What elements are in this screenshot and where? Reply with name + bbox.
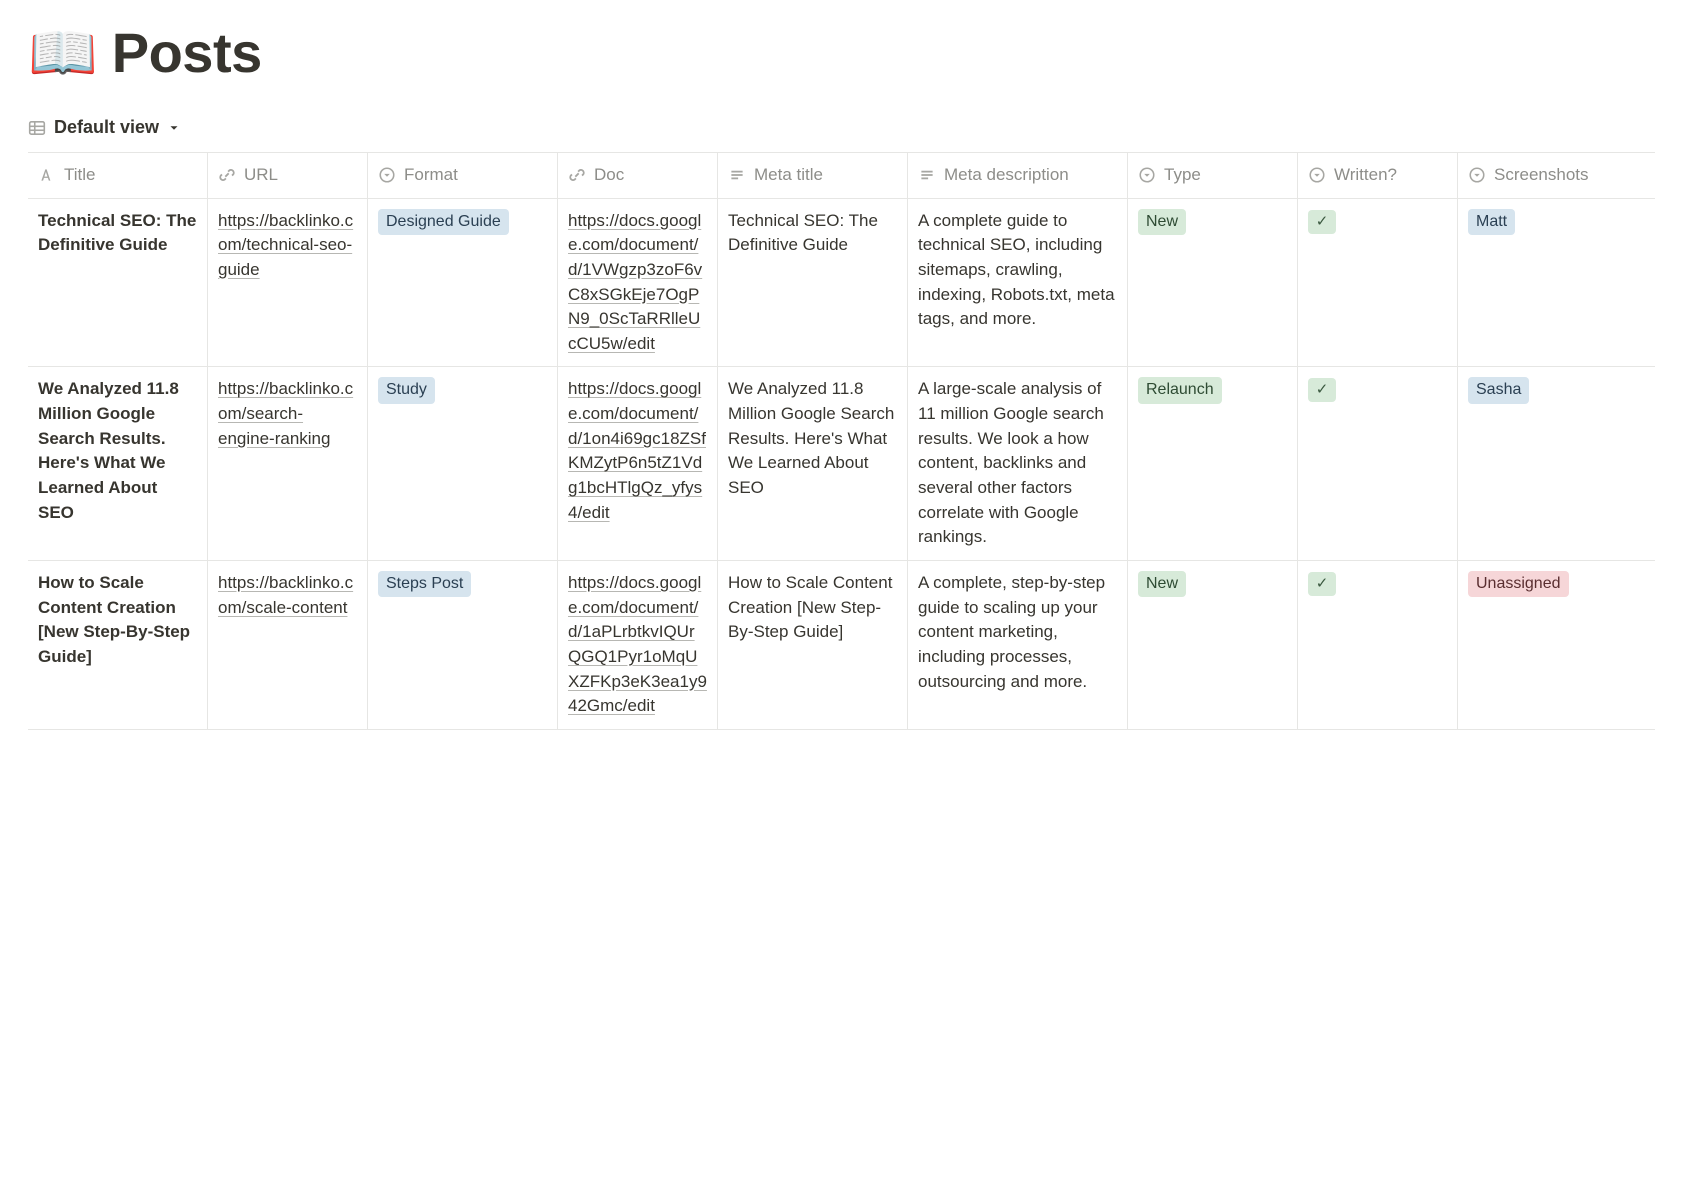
column-label: Written? — [1334, 163, 1397, 188]
cell-written[interactable]: ✓ — [1298, 199, 1458, 367]
written-check-icon[interactable]: ✓ — [1308, 378, 1336, 402]
table-row[interactable]: How to Scale Content Creation [New Step-… — [28, 561, 1655, 730]
view-switcher[interactable]: Default view — [28, 113, 181, 142]
column-label: Title — [64, 163, 96, 188]
table-header-row: Title URL Format Doc — [28, 153, 1655, 199]
cell-screenshots[interactable]: Matt — [1458, 199, 1648, 367]
meta-description-text: A complete guide to technical SEO, inclu… — [918, 211, 1115, 329]
column-label: Meta title — [754, 163, 823, 188]
url-text[interactable]: https://backlinko.com/technical-seo-guid… — [218, 211, 353, 279]
page-root: 📖 Posts Default view Title — [0, 0, 1683, 750]
column-label: Type — [1164, 163, 1201, 188]
column-label: URL — [244, 163, 278, 188]
column-header-format[interactable]: Format — [368, 153, 558, 198]
table-row[interactable]: Technical SEO: The Definitive Guide https… — [28, 199, 1655, 368]
doc-text[interactable]: https://docs.google.com/document/d/1VWgz… — [568, 211, 702, 353]
database-table: Title URL Format Doc — [28, 152, 1655, 730]
cell-screenshots[interactable]: Sasha — [1458, 367, 1648, 559]
page-header: 📖 Posts — [28, 20, 1655, 85]
meta-description-text: A complete, step-by-step guide to scalin… — [918, 573, 1105, 691]
table-icon — [28, 119, 46, 137]
cell-screenshots[interactable]: Unassigned — [1458, 561, 1648, 729]
cell-meta-title[interactable]: Technical SEO: The Definitive Guide — [718, 199, 908, 367]
column-label: Screenshots — [1494, 163, 1589, 188]
column-header-doc[interactable]: Doc — [558, 153, 718, 198]
select-prop-icon — [1468, 166, 1486, 184]
chevron-down-icon — [167, 121, 181, 135]
cell-type[interactable]: Relaunch — [1128, 367, 1298, 559]
table-row[interactable]: We Analyzed 11.8 Million Google Search R… — [28, 367, 1655, 560]
column-header-meta-title[interactable]: Meta title — [718, 153, 908, 198]
format-tag[interactable]: Steps Post — [378, 571, 471, 597]
column-header-written[interactable]: Written? — [1298, 153, 1458, 198]
cell-url[interactable]: https://backlinko.com/search-engine-rank… — [208, 367, 368, 559]
type-tag[interactable]: New — [1138, 571, 1186, 597]
cell-url[interactable]: https://backlinko.com/scale-content — [208, 561, 368, 729]
meta-description-text: A large-scale analysis of 11 million Goo… — [918, 379, 1104, 546]
column-header-url[interactable]: URL — [208, 153, 368, 198]
cell-format[interactable]: Study — [368, 367, 558, 559]
title-text: We Analyzed 11.8 Million Google Search R… — [38, 379, 179, 521]
cell-meta-title[interactable]: We Analyzed 11.8 Million Google Search R… — [718, 367, 908, 559]
cell-title[interactable]: How to Scale Content Creation [New Step-… — [28, 561, 208, 729]
select-prop-icon — [378, 166, 396, 184]
column-header-title[interactable]: Title — [28, 153, 208, 198]
cell-meta-description[interactable]: A complete, step-by-step guide to scalin… — [908, 561, 1128, 729]
text-prop-icon — [728, 166, 746, 184]
link-icon — [218, 166, 236, 184]
cell-meta-description[interactable]: A large-scale analysis of 11 million Goo… — [908, 367, 1128, 559]
screenshots-tag[interactable]: Unassigned — [1468, 571, 1569, 597]
link-icon — [568, 166, 586, 184]
meta-title-text: Technical SEO: The Definitive Guide — [728, 211, 878, 255]
type-tag[interactable]: Relaunch — [1138, 377, 1222, 403]
cell-type[interactable]: New — [1128, 561, 1298, 729]
meta-title-text: How to Scale Content Creation [New Step-… — [728, 573, 892, 641]
cell-meta-description[interactable]: A complete guide to technical SEO, inclu… — [908, 199, 1128, 367]
screenshots-tag[interactable]: Matt — [1468, 209, 1515, 235]
format-tag[interactable]: Study — [378, 377, 435, 403]
cell-format[interactable]: Designed Guide — [368, 199, 558, 367]
cell-format[interactable]: Steps Post — [368, 561, 558, 729]
type-tag[interactable]: New — [1138, 209, 1186, 235]
cell-written[interactable]: ✓ — [1298, 561, 1458, 729]
doc-text[interactable]: https://docs.google.com/document/d/1aPLr… — [568, 573, 707, 715]
written-check-icon[interactable]: ✓ — [1308, 210, 1336, 234]
doc-text[interactable]: https://docs.google.com/document/d/1on4i… — [568, 379, 706, 521]
title-text: Technical SEO: The Definitive Guide — [38, 211, 196, 255]
title-text: How to Scale Content Creation [New Step-… — [38, 573, 190, 666]
select-prop-icon — [1138, 166, 1156, 184]
cell-type[interactable]: New — [1128, 199, 1298, 367]
view-label: Default view — [54, 117, 159, 138]
url-text[interactable]: https://backlinko.com/search-engine-rank… — [218, 379, 353, 447]
column-header-screenshots[interactable]: Screenshots — [1458, 153, 1648, 198]
meta-title-text: We Analyzed 11.8 Million Google Search R… — [728, 379, 894, 497]
cell-written[interactable]: ✓ — [1298, 367, 1458, 559]
url-text[interactable]: https://backlinko.com/scale-content — [218, 573, 353, 617]
page-title[interactable]: Posts — [112, 20, 262, 85]
cell-doc[interactable]: https://docs.google.com/document/d/1aPLr… — [558, 561, 718, 729]
text-prop-icon — [918, 166, 936, 184]
cell-meta-title[interactable]: How to Scale Content Creation [New Step-… — [718, 561, 908, 729]
format-tag[interactable]: Designed Guide — [378, 209, 509, 235]
cell-title[interactable]: Technical SEO: The Definitive Guide — [28, 199, 208, 367]
column-label: Doc — [594, 163, 624, 188]
page-icon[interactable]: 📖 — [28, 25, 98, 81]
column-header-meta-description[interactable]: Meta description — [908, 153, 1128, 198]
written-check-icon[interactable]: ✓ — [1308, 572, 1336, 596]
cell-title[interactable]: We Analyzed 11.8 Million Google Search R… — [28, 367, 208, 559]
column-label: Meta description — [944, 163, 1069, 188]
select-prop-icon — [1308, 166, 1326, 184]
column-label: Format — [404, 163, 458, 188]
column-header-type[interactable]: Type — [1128, 153, 1298, 198]
cell-url[interactable]: https://backlinko.com/technical-seo-guid… — [208, 199, 368, 367]
cell-doc[interactable]: https://docs.google.com/document/d/1on4i… — [558, 367, 718, 559]
title-prop-icon — [38, 166, 56, 184]
screenshots-tag[interactable]: Sasha — [1468, 377, 1529, 403]
cell-doc[interactable]: https://docs.google.com/document/d/1VWgz… — [558, 199, 718, 367]
